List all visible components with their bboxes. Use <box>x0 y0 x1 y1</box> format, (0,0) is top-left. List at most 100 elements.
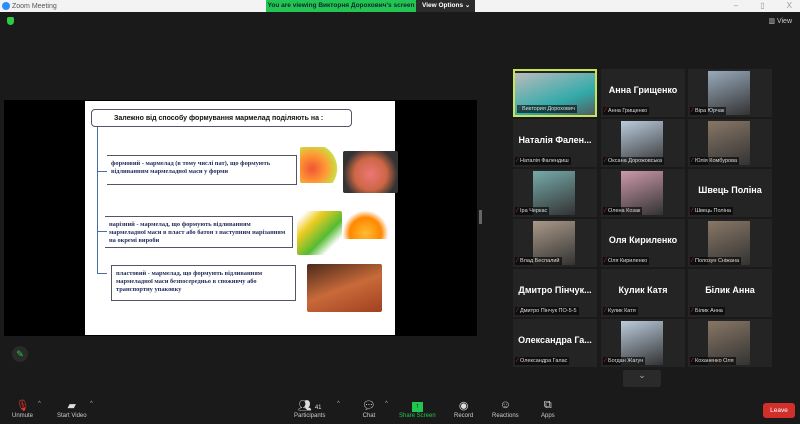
participant-tile[interactable]: Дмитро Пінчук... ⁄ Дмитро Пінчук ПО-5-5 <box>513 269 597 317</box>
start-video-button[interactable]: ▰ Start Video <box>57 399 87 419</box>
apps-icon: ⧉ <box>543 399 552 411</box>
muted-mic-icon: ⁄ <box>692 108 694 114</box>
muted-mic-icon: ⁄ <box>692 258 694 264</box>
participant-tile[interactable]: ⁄ Юлія Комбурова <box>688 119 772 167</box>
muted-mic-icon: ⁄ <box>605 158 607 164</box>
participant-name-label: ⁄ Коханенко Оля <box>690 357 736 365</box>
participant-name: Анна Грищенко <box>608 108 648 114</box>
participants-label: Participants <box>294 413 326 419</box>
participant-tile[interactable]: Білик Анна ⁄ Білик Анна <box>688 269 772 317</box>
participant-tile[interactable]: Оля Кириленко ⁄ Оля Кириленко <box>601 219 685 267</box>
chat-label: Chat <box>362 413 376 419</box>
video-off-icon: ▰ <box>67 400 77 412</box>
unmute-button[interactable]: 🎙︎ Unmute <box>12 399 33 419</box>
participant-name-label: ⁄ Віра Юрчак <box>690 107 727 115</box>
view-label: View <box>776 18 792 25</box>
participant-name-label: ⁄ Юлія Комбурова <box>690 157 739 165</box>
participant-name: Коханенко Оля <box>695 358 734 364</box>
participant-tile[interactable]: ⁄ Виктория Дорохович <box>513 69 597 117</box>
annotate-pen-icon[interactable]: ✎ <box>12 346 28 362</box>
participant-tile[interactable]: Олександра Га... ⁄ Олександра Галас <box>513 319 597 367</box>
participant-name: Швець Поліна <box>695 208 731 214</box>
participant-tile[interactable]: ⁄ Олена Козак <box>601 169 685 217</box>
slide-item: формовий - мармелад (в тому числі пат), … <box>107 155 297 185</box>
participant-count: 41 <box>314 405 322 411</box>
shared-screen: Залежно від способу формування мармелад … <box>4 100 477 336</box>
participant-tile[interactable]: ⁄ Іра Черкас <box>513 169 597 217</box>
participants-caret[interactable]: ^ <box>337 401 340 407</box>
chat-caret[interactable]: ^ <box>385 401 388 407</box>
participant-name: Наталія Фалендиш <box>520 158 569 164</box>
participant-tile[interactable]: ⁄ Коханенко Оля <box>688 319 772 367</box>
participant-name-label: ⁄ Олександра Галас <box>515 357 570 365</box>
minimize-button[interactable]: – <box>734 1 738 10</box>
presentation-slide: Залежно від способу формування мармелад … <box>85 101 398 335</box>
muted-mic-icon: ⁄ <box>692 308 694 314</box>
muted-mic-icon: ⁄ <box>692 358 694 364</box>
participant-name-label: ⁄ Богдан Жагун <box>603 357 646 365</box>
participant-name: Полозун Сніжана <box>695 258 740 264</box>
view-button[interactable]: ▥ View <box>768 17 792 25</box>
participant-display-name: Анна Грищенко <box>608 85 678 95</box>
participant-tile[interactable]: ⁄ Полозун Сніжана <box>688 219 772 267</box>
muted-mic-icon: ⁄ <box>692 158 694 164</box>
participant-tile[interactable]: ⁄ Влад Беспалий <box>513 219 597 267</box>
audio-options-caret[interactable]: ^ <box>38 401 41 407</box>
participant-tile[interactable]: Кулик Катя ⁄ Кулик Катя <box>601 269 685 317</box>
security-shield-icon[interactable] <box>7 17 14 25</box>
arrow-icon <box>97 171 107 172</box>
participant-display-name: Наталія Фален... <box>518 135 592 145</box>
participant-name-label: ⁄ Дмитро Пінчук ПО-5-5 <box>515 307 579 315</box>
participant-tile[interactable]: ⁄ Оксана Дорожовська <box>601 119 685 167</box>
maximize-button[interactable]: ▯ <box>760 1 764 10</box>
participant-tile[interactable]: ⁄ Богдан Жагун <box>601 319 685 367</box>
participant-name: Кулик Катя <box>608 308 636 314</box>
participant-name: Оля Кириленко <box>608 258 648 264</box>
muted-mic-icon: ⁄ <box>517 358 519 364</box>
marmalade-image <box>343 211 388 239</box>
record-label: Record <box>454 413 474 419</box>
participant-name: Богдан Жагун <box>608 358 644 364</box>
participant-display-name: Білик Анна <box>705 285 755 295</box>
meeting-toolbar: 🎙︎ Unmute ^ ▰ Start Video ^ 👥︎ 41 Participa… <box>0 395 800 424</box>
participant-name-label: ⁄ Олена Козак <box>603 207 643 215</box>
view-options-button[interactable]: View Options ⌄ <box>416 0 475 12</box>
marmalade-image <box>343 151 398 193</box>
close-button[interactable]: X <box>787 1 792 10</box>
participant-name: Юлія Комбурова <box>695 158 737 164</box>
participant-tile[interactable]: Швець Поліна ⁄ Швець Поліна <box>688 169 772 217</box>
participant-name-label: ⁄ Кулик Катя <box>603 307 638 315</box>
participant-display-name: Швець Поліна <box>698 185 762 195</box>
participant-name-label: ⁄ Виктория Дорохович <box>517 105 577 113</box>
slide-item: пластовий - мармелад, що формують відлив… <box>111 265 296 301</box>
slide-heading: Залежно від способу формування мармелад … <box>91 109 352 127</box>
participant-name: Оксана Дорожовська <box>608 158 662 164</box>
chat-button[interactable]: 💬︎ Chat <box>362 399 376 419</box>
apps-button[interactable]: ⧉ Apps <box>541 399 555 419</box>
participants-button[interactable]: 👥︎ 41 Participants <box>294 399 325 419</box>
video-options-caret[interactable]: ^ <box>90 401 93 407</box>
participant-name-label: ⁄ Білик Анна <box>690 307 725 315</box>
muted-mic-icon: ⁄ <box>517 158 519 164</box>
participant-name-label: ⁄ Оксана Дорожовська <box>603 157 664 165</box>
muted-mic-icon: ⁄ <box>517 208 519 214</box>
next-page-button[interactable]: ⌄ <box>623 370 661 387</box>
participant-tile[interactable]: Анна Грищенко ⁄ Анна Грищенко <box>601 69 685 117</box>
muted-mic-icon: ⁄ <box>519 106 521 112</box>
participant-name-label: ⁄ Швець Поліна <box>690 207 733 215</box>
splitter-handle[interactable] <box>479 210 482 224</box>
share-screen-icon: ↑ <box>411 399 423 413</box>
record-button[interactable]: ◉ Record <box>454 399 473 419</box>
participant-name: Іра Черкас <box>520 208 548 214</box>
connector-line <box>97 127 98 273</box>
participants-icon: 👥︎ <box>297 400 312 412</box>
participant-name-label: ⁄ Полозун Сніжана <box>690 257 742 265</box>
participant-tile[interactable]: ⁄ Віра Юрчак <box>688 69 772 117</box>
window-title: Zoom Meeting <box>12 2 57 10</box>
share-screen-button[interactable]: ↑ Share Screen <box>399 399 436 419</box>
participant-name: Дмитро Пінчук ПО-5-5 <box>520 308 577 314</box>
participant-tile[interactable]: Наталія Фален... ⁄ Наталія Фалендиш <box>513 119 597 167</box>
reactions-button[interactable]: ☺ Reactions <box>492 399 519 419</box>
leave-button[interactable]: Leave <box>763 403 795 418</box>
muted-mic-icon: ⁄ <box>517 258 519 264</box>
